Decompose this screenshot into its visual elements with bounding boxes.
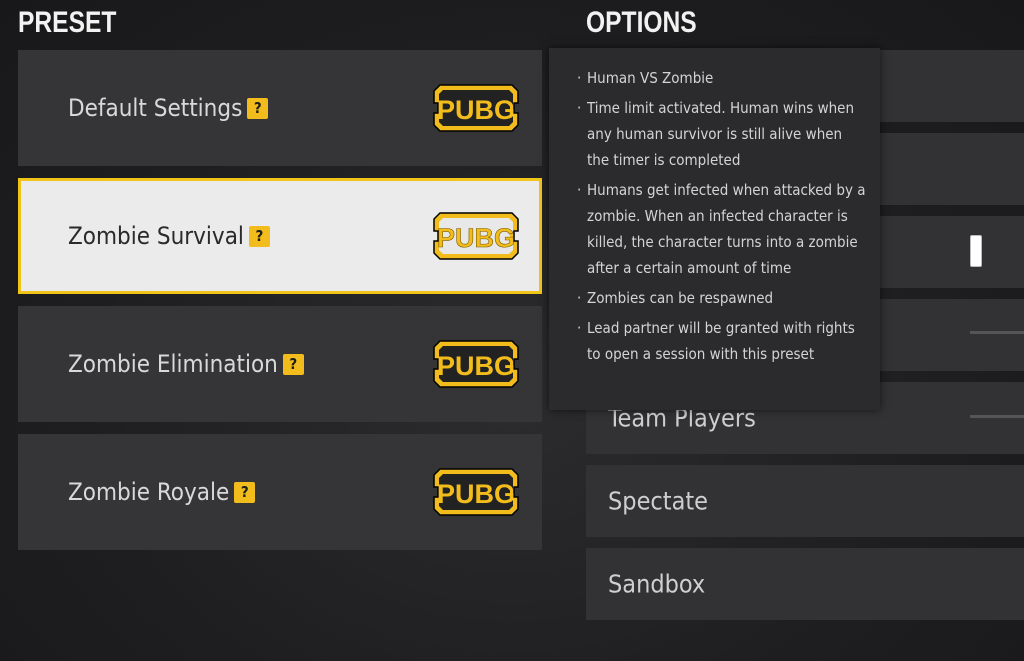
preset-label: Zombie Survival xyxy=(68,222,244,250)
tooltip-item: Zombies can be respawned xyxy=(563,285,868,311)
help-icon[interactable]: ? xyxy=(282,353,304,375)
preset-tooltip: Human VS Zombie Time limit activated. Hu… xyxy=(549,48,880,410)
preset-label-wrap: Zombie Survival ? xyxy=(68,222,270,250)
help-icon[interactable]: ? xyxy=(234,481,256,503)
preset-card-zombie-survival[interactable]: Zombie Survival ? PUBG xyxy=(18,178,542,294)
preset-card-zombie-elimination[interactable]: Zombie Elimination ? PUBG xyxy=(18,306,542,422)
pubg-logo-text: PUBG xyxy=(437,351,515,381)
preset-label-wrap: Zombie Elimination ? xyxy=(68,350,304,378)
preset-label-wrap: Default Settings ? xyxy=(68,94,269,122)
pubg-logo-icon: PUBG xyxy=(433,84,519,132)
help-icon[interactable]: ? xyxy=(248,225,270,247)
toggle-switch-thumb[interactable] xyxy=(970,235,982,267)
pubg-logo-text: PUBG xyxy=(437,95,515,125)
tooltip-item: Lead partner will be granted with rights… xyxy=(563,315,868,367)
options-heading: OPTIONS xyxy=(586,6,697,39)
pubg-logo-icon: PUBG xyxy=(433,468,519,516)
option-row-spectate[interactable]: Spectate xyxy=(586,465,1024,537)
preset-card-default-settings[interactable]: Default Settings ? PUBG xyxy=(18,50,542,166)
preset-label: Zombie Royale xyxy=(68,478,230,506)
tooltip-list: Human VS Zombie Time limit activated. Hu… xyxy=(563,65,868,367)
pubg-logo-icon: PUBG xyxy=(433,212,519,260)
tooltip-item: Time limit activated. Human wins when an… xyxy=(563,95,868,173)
tooltip-item: Human VS Zombie xyxy=(563,65,868,91)
preset-card-zombie-royale[interactable]: Zombie Royale ? PUBG xyxy=(18,434,542,550)
option-slider-track[interactable] xyxy=(970,415,1024,418)
preset-heading: PRESET xyxy=(18,6,117,39)
preset-label: Zombie Elimination xyxy=(68,350,278,378)
option-label: Sandbox xyxy=(608,569,706,599)
option-row-sandbox[interactable]: Sandbox xyxy=(586,548,1024,620)
preset-label: Default Settings xyxy=(68,94,243,122)
pubg-logo-text: PUBG xyxy=(437,223,515,253)
pubg-logo-icon: PUBG xyxy=(433,340,519,388)
pubg-logo-text: PUBG xyxy=(437,479,515,509)
preset-label-wrap: Zombie Royale ? xyxy=(68,478,256,506)
option-label: Spectate xyxy=(608,486,709,516)
option-slider-track[interactable] xyxy=(970,331,1024,334)
help-icon[interactable]: ? xyxy=(247,97,269,119)
tooltip-item: Humans get infected when attacked by a z… xyxy=(563,177,868,281)
